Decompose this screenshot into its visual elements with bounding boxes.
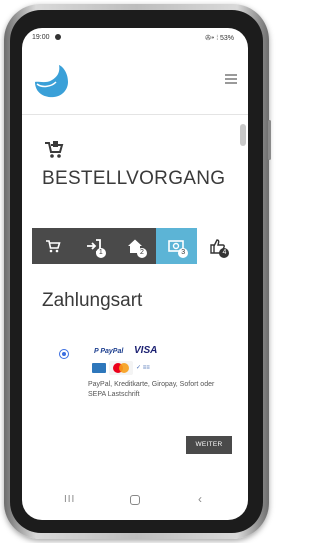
cart-icon (45, 240, 61, 253)
notification-icon (55, 34, 61, 40)
android-nav-bar: III ‹ (22, 488, 248, 512)
mastercard-logo (109, 361, 133, 375)
amex-logo (92, 363, 106, 373)
step-number: 3 (178, 248, 189, 258)
step-login[interactable]: 1 (73, 228, 115, 264)
step-cart[interactable] (32, 228, 74, 264)
back-button[interactable]: ‹ (198, 492, 202, 506)
step-confirm[interactable]: 4 (196, 228, 239, 264)
step-address[interactable]: 2 (114, 228, 156, 264)
scrollbar[interactable] (240, 124, 246, 146)
section-title-payment: Zahlungsart (42, 290, 143, 311)
recent-apps-button[interactable]: III (64, 494, 75, 505)
next-button[interactable]: WEITER (186, 436, 232, 454)
step-number: 1 (95, 248, 106, 258)
paypal-logo: P PayPal (94, 348, 124, 355)
header-divider (22, 114, 248, 115)
status-bar: 19:00 ✇⁍ ⦙ 53% (22, 28, 248, 46)
cart-icon (45, 141, 64, 158)
phone-screen: 19:00 ✇⁍ ⦙ 53% BESTELLVORGANG 1 2 3 4 Za… (22, 28, 248, 520)
page-title: BESTELLVORGANG (42, 168, 226, 189)
hamburger-menu-icon[interactable] (225, 74, 237, 84)
giropay-logo: ✓ ≡≡ (136, 365, 150, 371)
visa-logo: VISA (134, 345, 158, 356)
step-number: 4 (219, 248, 230, 258)
status-indicators: ✇⁍ ⦙ 53% (205, 35, 234, 42)
water-drop-logo-icon[interactable] (32, 64, 70, 100)
step-number: 2 (137, 248, 147, 258)
home-button[interactable] (130, 495, 140, 505)
payment-radio[interactable] (59, 349, 69, 359)
step-payment[interactable]: 3 (155, 228, 197, 264)
status-time: 19:00 (32, 34, 50, 41)
side-button (268, 120, 271, 160)
payment-description: PayPal, Kreditkarte, Giropay, Sofort ode… (88, 381, 215, 398)
checkout-steps: 1 2 3 4 (32, 228, 239, 264)
